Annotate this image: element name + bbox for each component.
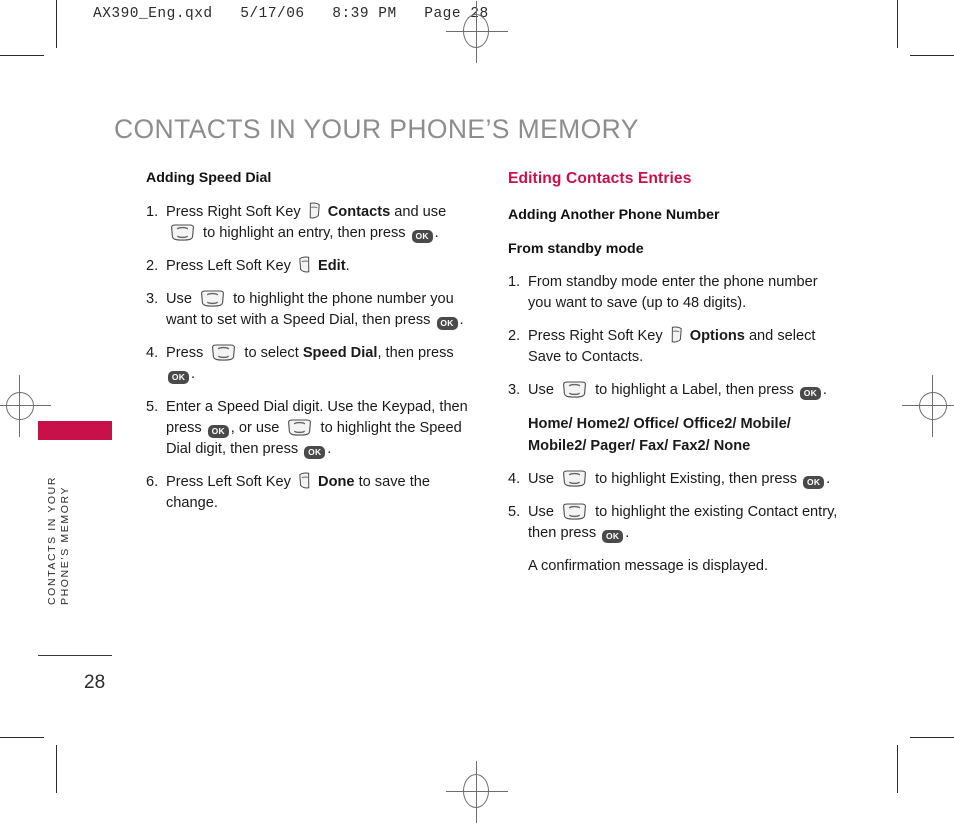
chapter-side-label: CONTACTS IN YOUR PHONE’S MEMORY <box>46 475 71 605</box>
step-number: 1. <box>508 274 521 290</box>
step-item: 4. Press to select Speed Dial, then press… <box>146 343 482 385</box>
crop-mark-top-right <box>910 55 954 56</box>
trim-line-left-bottom <box>56 745 57 793</box>
page-number: 28 <box>84 672 106 693</box>
crop-mark-bottom-right <box>910 737 954 738</box>
step-text: Press Left Soft Key Edit. <box>166 256 350 274</box>
left-soft-key-icon <box>298 256 311 273</box>
step-text: Use to highlight the phone number you wa… <box>166 290 464 330</box>
navigation-pad-icon <box>169 224 196 241</box>
crop-mark-top-left <box>0 55 44 56</box>
step-item: 2. Press Right Soft Key Options and selec… <box>508 326 844 368</box>
emphasized-term: Done <box>313 474 355 490</box>
step-text: From standby mode enter the phone number… <box>528 274 818 311</box>
right-column-heading: Adding Another Phone Number <box>508 207 720 223</box>
ok-key-icon: OK <box>803 476 825 489</box>
step-number: 5. <box>508 504 521 520</box>
left-column-steps: 1. Press Right Soft Key Contacts and use … <box>146 202 482 514</box>
label-options-list: Home/ Home2/ Office/ Office2/ Mobile/ Mo… <box>528 416 791 454</box>
registration-mark-right-icon <box>902 375 954 437</box>
step-item: 2. Press Left Soft Key Edit. <box>146 256 482 277</box>
left-soft-key-icon <box>298 472 311 489</box>
step-number: 5. <box>146 399 159 415</box>
step-text: Enter a Speed Dial digit. Use the Keypad… <box>166 399 468 459</box>
step-number: 3. <box>508 382 521 398</box>
trim-line-right-top <box>897 0 898 48</box>
navigation-pad-icon <box>561 503 588 520</box>
step-number: 4. <box>508 471 521 487</box>
ok-key-icon: OK <box>304 446 326 459</box>
step-text: Press Right Soft Key Options and select … <box>528 326 816 365</box>
folio-divider <box>38 655 112 656</box>
emphasized-term: Options <box>685 328 745 344</box>
navigation-pad-icon <box>199 290 226 307</box>
ok-key-icon: OK <box>799 387 821 400</box>
ok-key-icon: OK <box>411 230 433 243</box>
registration-mark-top-icon <box>446 1 508 63</box>
step-number: 3. <box>146 291 159 307</box>
ok-key-icon: OK <box>168 371 189 384</box>
navigation-pad-icon <box>210 344 237 361</box>
navigation-pad-icon <box>286 419 313 436</box>
navigation-pad-icon <box>561 470 588 487</box>
page-title: CONTACTS IN YOUR PHONE’S MEMORY <box>114 113 639 144</box>
step-number: 6. <box>146 474 159 490</box>
navigation-pad-icon <box>561 381 588 398</box>
section-title: Editing Contacts Entries <box>508 170 692 187</box>
prepress-header-text: AX390_Eng.qxd 5/17/06 8:39 PM Page 28 <box>93 6 489 22</box>
ok-key-icon: OK <box>602 530 624 543</box>
step-number: 1. <box>146 204 159 220</box>
left-column-heading: Adding Speed Dial <box>146 170 272 186</box>
left-column: Adding Speed Dial 1. Press Right Soft Key… <box>146 168 482 526</box>
right-column: Editing Contacts Entries Adding Another … <box>508 168 844 589</box>
step-item: 5. Use to highlight the existing Contact … <box>508 502 844 544</box>
step-item: 5. Enter a Speed Dial digit. Use the Keyp… <box>146 397 482 460</box>
step-text: Use to highlight Existing, then press OK… <box>528 470 831 489</box>
step-item: 3. Use to highlight the phone number you … <box>146 289 482 331</box>
step-text: Use to highlight the existing Contact en… <box>528 503 838 543</box>
right-column-steps: 1. From standby mode enter the phone numb… <box>508 272 844 577</box>
step-text: Press to select Speed Dial, then press O… <box>166 344 454 384</box>
registration-mark-bottom-icon <box>446 761 508 823</box>
step-text: Press Left Soft Key Done to save the cha… <box>166 472 430 511</box>
emphasized-term: Speed Dial <box>302 345 378 361</box>
confirmation-note: A confirmation message is displayed. <box>528 558 769 574</box>
crop-mark-bottom-left <box>0 737 44 738</box>
ok-key-icon: OK <box>436 317 458 330</box>
right-column-subheading: From standby mode <box>508 241 644 257</box>
emphasized-term: Contacts <box>323 204 391 220</box>
step-item: 4. Use to highlight Existing, then press … <box>508 469 844 490</box>
step-item: 1. Press Right Soft Key Contacts and use … <box>146 202 482 244</box>
ok-key-icon: OK <box>207 425 229 438</box>
right-soft-key-icon <box>670 326 683 343</box>
step-number: 2. <box>508 328 521 344</box>
step-text: Press Right Soft Key Contacts and use to… <box>166 202 447 243</box>
step-text: Use to highlight a Label, then press OK. <box>528 381 827 400</box>
emphasized-term: Edit <box>313 258 346 274</box>
step-number: 2. <box>146 258 159 274</box>
trim-line-right-bottom <box>897 745 898 793</box>
step-item: 1. From standby mode enter the phone numb… <box>508 272 844 314</box>
step-item: 6. Press Left Soft Key Done to save the c… <box>146 472 482 514</box>
trim-line-left-top <box>56 0 57 48</box>
step-item: 3. Use to highlight a Label, then press O… <box>508 380 844 401</box>
right-soft-key-icon <box>308 202 321 219</box>
step-number: 4. <box>146 345 159 361</box>
